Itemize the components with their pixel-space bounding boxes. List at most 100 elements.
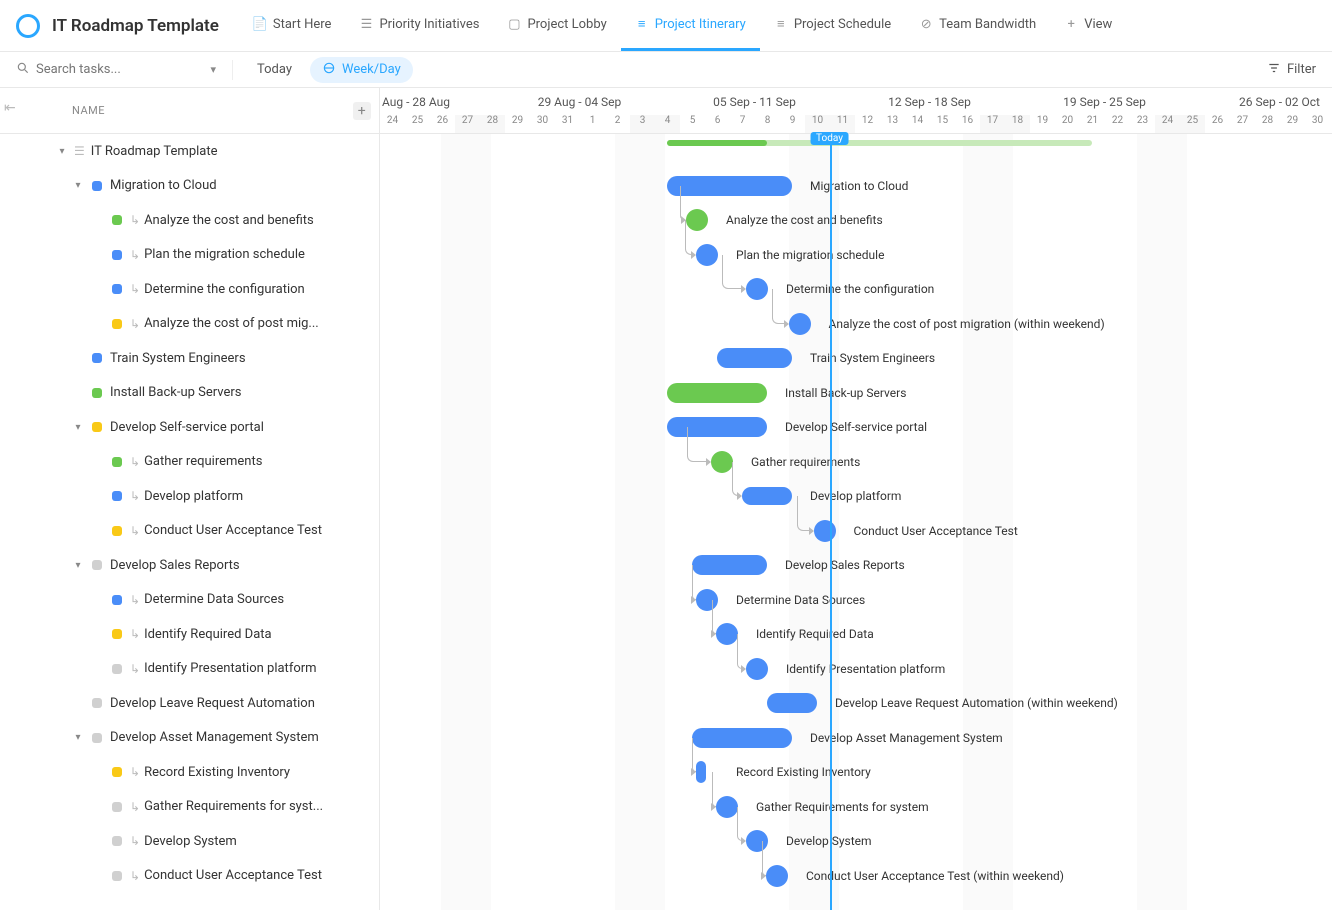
gantt-milestone[interactable] <box>766 865 788 887</box>
task-row[interactable]: Install Back-up Servers <box>0 376 379 411</box>
caret-icon[interactable]: ▾ <box>72 180 84 191</box>
gantt-milestone[interactable] <box>814 520 836 542</box>
task-row[interactable]: ↳Develop System <box>0 824 379 859</box>
filter-button[interactable]: Filter <box>1267 61 1316 79</box>
gantt-bar[interactable] <box>667 417 767 437</box>
today-line <box>830 134 832 910</box>
gantt-bar[interactable] <box>692 728 792 748</box>
today-button[interactable]: Today <box>249 58 300 81</box>
task-row[interactable]: ▾☰IT Roadmap Template <box>0 134 379 169</box>
gantt-row: Conduct User Acceptance Test <box>380 514 1332 549</box>
task-row[interactable]: ↳Identify Presentation platform <box>0 652 379 687</box>
caret-icon[interactable]: ▾ <box>72 422 84 433</box>
status-dot <box>112 526 122 536</box>
task-row[interactable]: ↳Conduct User Acceptance Test <box>0 859 379 894</box>
day-header: 6 <box>705 115 730 133</box>
toolbar: ▾ Today Week/Day Filter <box>0 52 1332 88</box>
status-dot <box>92 181 102 191</box>
tab-team-bandwidth[interactable]: ⊘Team Bandwidth <box>905 0 1050 51</box>
gantt-milestone[interactable] <box>746 278 768 300</box>
task-row[interactable]: ↳Conduct User Acceptance Test <box>0 514 379 549</box>
task-row[interactable]: ↳Gather requirements <box>0 445 379 480</box>
gantt-bar[interactable] <box>717 348 792 368</box>
chevron-down-icon[interactable]: ▾ <box>210 63 216 76</box>
day-header: 31 <box>555 115 580 133</box>
day-header: 24 <box>380 115 405 133</box>
task-row[interactable]: ↳Develop platform <box>0 479 379 514</box>
gantt-bar[interactable] <box>667 383 767 403</box>
caret-icon[interactable]: ▾ <box>56 146 68 157</box>
gantt-milestone[interactable] <box>711 451 733 473</box>
task-row[interactable]: Develop Leave Request Automation <box>0 686 379 721</box>
status-dot <box>112 629 122 639</box>
gantt-row: Develop Self-service portal <box>380 410 1332 445</box>
tab-label: Project Lobby <box>527 17 606 32</box>
subtask-icon: ↳ <box>130 627 140 641</box>
filter-icon <box>1267 61 1281 79</box>
task-label: Develop Asset Management System <box>110 730 319 745</box>
task-row[interactable]: ↳Plan the migration schedule <box>0 238 379 273</box>
status-dot <box>112 802 122 812</box>
day-header: 9 <box>780 115 805 133</box>
gantt-row: Gather requirements <box>380 445 1332 480</box>
tab-start-here[interactable]: 📄Start Here <box>239 0 346 51</box>
subtask-icon: ↳ <box>130 248 140 262</box>
gantt-bar-label: Plan the migration schedule <box>736 248 884 262</box>
gantt-bar[interactable] <box>742 487 792 505</box>
status-dot <box>112 836 122 846</box>
gantt-bar-label: Record Existing Inventory <box>736 765 871 779</box>
gantt-milestone[interactable] <box>789 313 811 335</box>
tab-view[interactable]: +View <box>1050 0 1126 51</box>
subtask-icon: ↳ <box>130 317 140 331</box>
tab-project-itinerary[interactable]: ≡Project Itinerary <box>621 0 760 51</box>
search-input[interactable] <box>36 62 176 77</box>
task-row[interactable]: ▾ Develop Asset Management System <box>0 721 379 756</box>
gantt-bar[interactable] <box>667 176 792 196</box>
gantt-milestone[interactable] <box>716 796 738 818</box>
task-label: Develop Leave Request Automation <box>110 696 315 711</box>
tab-icon: ≡ <box>635 17 649 31</box>
search-box[interactable]: ▾ <box>16 61 216 79</box>
tab-priority-initiatives[interactable]: ☰Priority Initiatives <box>345 0 493 51</box>
task-row[interactable]: ▾Migration to Cloud <box>0 169 379 204</box>
gantt-milestone[interactable] <box>696 761 706 783</box>
gantt-bar[interactable] <box>692 555 767 575</box>
task-row[interactable]: ↳Record Existing Inventory <box>0 755 379 790</box>
day-header: 7 <box>730 115 755 133</box>
task-row[interactable]: ↳Gather Requirements for syst... <box>0 790 379 825</box>
gantt-milestone[interactable] <box>716 623 738 645</box>
status-dot <box>112 215 122 225</box>
task-row[interactable]: ↳Identify Required Data <box>0 617 379 652</box>
task-row[interactable]: ↳Determine Data Sources <box>0 583 379 618</box>
status-dot <box>92 560 102 570</box>
day-header: 8 <box>755 115 780 133</box>
gantt-milestone[interactable] <box>696 244 718 266</box>
tab-project-lobby[interactable]: ▢Project Lobby <box>493 0 620 51</box>
task-row[interactable]: ↳Determine the configuration <box>0 272 379 307</box>
gantt-milestone[interactable] <box>746 658 768 680</box>
task-row[interactable]: ▾Develop Self-service portal <box>0 410 379 445</box>
gantt-bar-label: Determine the configuration <box>786 282 934 296</box>
gantt-bar-label: Develop platform <box>810 489 901 503</box>
list-icon: ☰ <box>74 144 85 158</box>
task-row[interactable]: Train System Engineers <box>0 341 379 376</box>
gantt-panel: Aug - 28 Aug29 Aug - 04 Sep05 Sep - 11 S… <box>380 88 1332 910</box>
task-row[interactable]: ↳Analyze the cost and benefits <box>0 203 379 238</box>
subtask-icon: ↳ <box>130 869 140 883</box>
gantt-bar[interactable] <box>767 693 817 713</box>
task-row[interactable]: ▾Develop Sales Reports <box>0 548 379 583</box>
gantt-body[interactable]: TodayMigration to CloudAnalyze the cost … <box>380 134 1332 910</box>
tab-project-schedule[interactable]: ≡Project Schedule <box>760 0 905 51</box>
search-icon <box>16 61 30 79</box>
day-header: 27 <box>1230 115 1255 133</box>
task-label: Train System Engineers <box>110 351 246 366</box>
caret-icon[interactable]: ▾ <box>72 732 84 743</box>
range-toggle[interactable]: Week/Day <box>310 57 413 83</box>
day-header: 29 <box>505 115 530 133</box>
caret-icon[interactable]: ▾ <box>72 560 84 571</box>
day-header: 25 <box>1180 115 1205 133</box>
add-column-button[interactable]: + <box>353 102 371 120</box>
filter-label: Filter <box>1287 62 1316 77</box>
task-row[interactable]: ↳Analyze the cost of post mig... <box>0 307 379 342</box>
day-header: 26 <box>430 115 455 133</box>
